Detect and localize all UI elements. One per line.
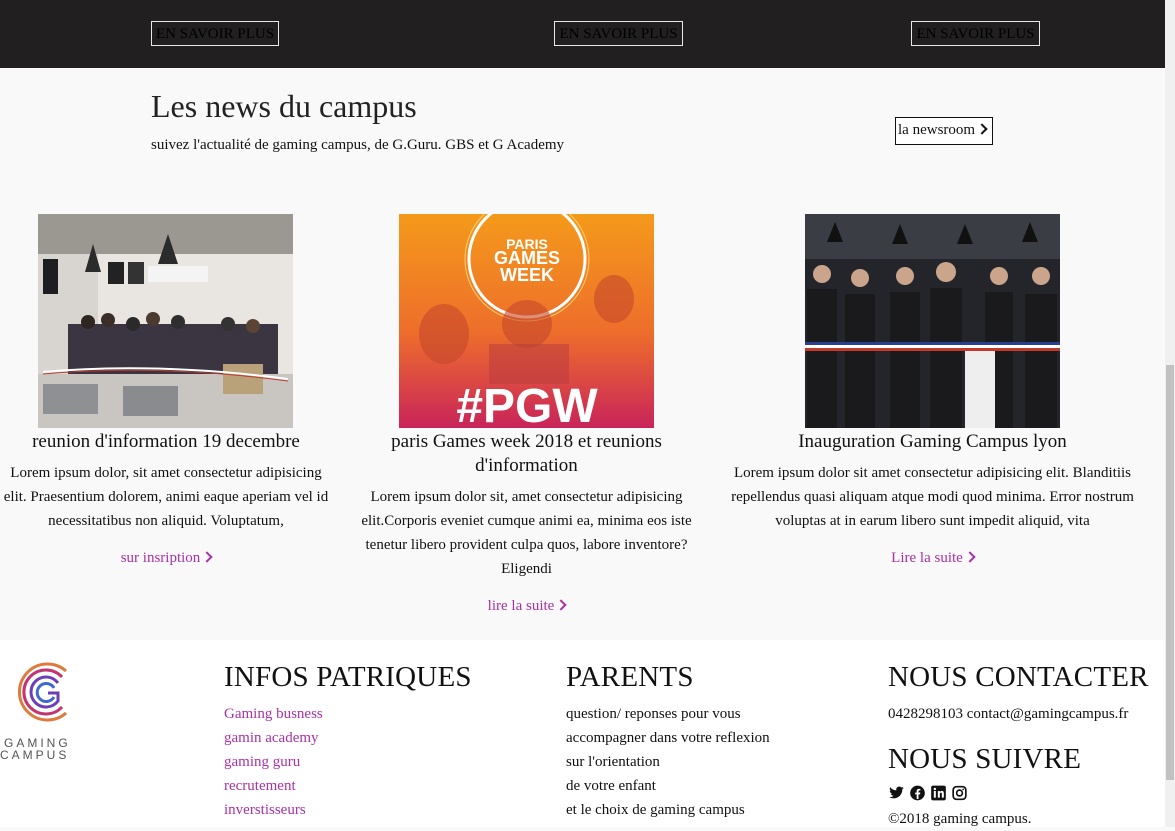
paris-games-week-image[interactable]: PARIS GAMES WEEK #PGW — [399, 214, 654, 428]
twitter-icon[interactable] — [888, 785, 905, 801]
top-band: EN SAVOIR PLUS EN SAVOIR PLUS EN SAVOIR … — [0, 0, 1165, 68]
card-title[interactable]: reunion d'information 19 decembre — [0, 430, 332, 454]
chevron-right-icon — [976, 123, 988, 135]
parents-text: de votre enfant — [566, 778, 656, 794]
card-link[interactable]: lire la suite — [487, 598, 567, 614]
chevron-right-icon — [201, 551, 213, 563]
learn-more-button-3[interactable]: EN SAVOIR PLUS — [911, 21, 1040, 46]
parents-text: sur l'orientation — [566, 754, 660, 770]
footer-link[interactable]: gamin academy — [224, 726, 323, 750]
follow-heading: NOUS SUIVRE — [888, 743, 1082, 775]
linkedin-icon[interactable] — [930, 785, 947, 801]
card-title[interactable]: Inauguration Gaming Campus lyon — [718, 430, 1147, 454]
contact-info: 0428298103 contact@gamingcampus.fr — [888, 706, 1129, 722]
card-link-label: lire la suite — [487, 598, 555, 614]
footer-columns: INFOS PATRIQUES Gaming busness gamin aca… — [0, 640, 1165, 827]
card-link[interactable]: Lire la suite — [891, 550, 976, 566]
svg-text:WEEK: WEEK — [500, 265, 554, 285]
svg-text:#PGW: #PGW — [456, 380, 598, 428]
facebook-icon[interactable] — [909, 785, 926, 801]
infos-heading: INFOS PATRIQUES — [224, 661, 472, 693]
footer-link[interactable]: Gaming busness — [224, 702, 323, 726]
parents-text: et le choix de gaming campus — [566, 802, 745, 818]
scrollbar-thumb[interactable] — [1166, 365, 1174, 780]
newsroom-label: la newsroom — [898, 122, 976, 138]
parents-text: accompagner dans votre reflexion — [566, 730, 770, 746]
chevron-right-icon — [964, 551, 976, 563]
card-title[interactable]: paris Games week 2018 et reunions d'info… — [348, 430, 705, 478]
instagram-icon[interactable] — [951, 785, 968, 801]
chevron-right-icon — [555, 599, 567, 611]
news-section-title: Les news du campus — [151, 88, 417, 124]
social-icons — [888, 785, 968, 803]
parents-heading: PARENTS — [566, 661, 694, 693]
newsroom-button[interactable]: la newsroom — [895, 117, 993, 145]
card-text: Lorem ipsum dolor sit, amet consectetur … — [361, 489, 692, 577]
card-link-label: sur insription — [120, 550, 201, 566]
copyright: ©2018 gaming campus. — [888, 807, 1031, 831]
card-link-label: Lire la suite — [891, 550, 963, 566]
contact-heading: NOUS CONTACTER — [888, 661, 1149, 693]
learn-more-button-1[interactable]: EN SAVOIR PLUS — [151, 21, 279, 46]
news-section-subtitle: suivez l'actualité de gaming campus, de … — [151, 137, 565, 153]
copyright-text: 2018 gaming campus. — [899, 811, 1032, 827]
parents-list: question/ reponses pour vous accompagner… — [566, 702, 770, 822]
infos-list: Gaming busness gamin academy gaming guru… — [224, 702, 323, 822]
scrollbar[interactable] — [1165, 0, 1175, 827]
card-link[interactable]: sur insription — [120, 550, 213, 566]
card-text: Lorem ipsum dolor sit amet consectetur a… — [731, 465, 1134, 529]
footer-link[interactable]: inverstisseurs — [224, 798, 323, 822]
meeting-room-photo[interactable] — [38, 214, 293, 428]
footer-link[interactable]: recrutement — [224, 774, 323, 798]
footer-link[interactable]: gaming guru — [224, 750, 323, 774]
learn-more-button-2[interactable]: EN SAVOIR PLUS — [554, 21, 683, 46]
copyright-icon: © — [888, 811, 900, 827]
inauguration-photo[interactable] — [805, 214, 1060, 428]
card-text: Lorem ipsum dolor, sit amet consectetur … — [3, 465, 329, 529]
parents-text: question/ reponses pour vous — [566, 706, 741, 722]
